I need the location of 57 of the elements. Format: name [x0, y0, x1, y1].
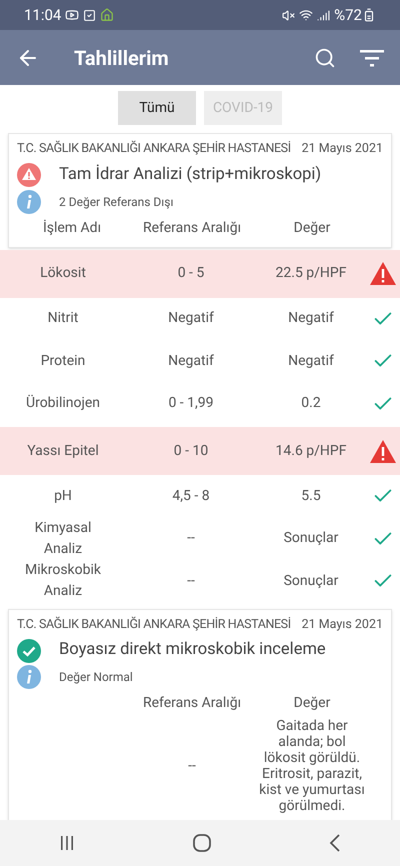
test-name: Nitrit — [48, 310, 78, 326]
reference-range: 4,5 - 8 — [172, 488, 210, 504]
test-name: Ürobilinojen — [26, 395, 100, 412]
page-title: Tahlillerim — [74, 44, 169, 72]
test-title: Tam İdrar Analizi (strip+mikroskopi) — [59, 164, 322, 186]
home-button[interactable] — [193, 834, 211, 852]
test-name: Yassı Epitel — [27, 442, 99, 458]
recents-button[interactable] — [59, 835, 75, 851]
back-nav-button[interactable] — [329, 834, 341, 852]
column-header: Değer — [294, 220, 330, 236]
test-name: pH — [54, 488, 72, 504]
test-title: Boyasız direkt mikroskobik inceleme — [59, 639, 326, 662]
reference-range: 0 - 5 — [178, 265, 204, 281]
result-value: Gaitada her alanda; bol lökosit görüldü. Eritrosit, parazit, kist ve yumurtası görülmedi. — [259, 718, 365, 814]
checkbox-icon — [83, 8, 96, 22]
result-value: Sonuçlar — [284, 572, 338, 589]
column-header: İşlem Adı — [42, 220, 102, 236]
reference-range: -- — [187, 530, 195, 546]
info-icon — [17, 190, 41, 214]
reference-range: 0 - 1,99 — [168, 395, 214, 412]
info-icon — [17, 665, 41, 689]
wifi-icon — [299, 8, 314, 22]
battery-icon — [362, 8, 376, 22]
filter-tab[interactable]: Tümü — [118, 91, 196, 125]
column-header: Referans Aralığı — [142, 695, 242, 711]
filter-button[interactable] — [360, 48, 384, 68]
result-summary: Değer Normal — [59, 669, 133, 686]
result-value: Negatif — [288, 352, 334, 369]
test-name: Mikroskobik Analiz — [25, 562, 101, 600]
result-value: 22.5 p/HPF — [276, 265, 346, 281]
reference-range: -- — [187, 572, 195, 589]
reference-range: 0 - 10 — [174, 442, 208, 458]
result-value: 14.6 p/HPF — [276, 442, 346, 458]
search-button[interactable] — [314, 46, 336, 68]
result-value: 0.2 — [301, 395, 321, 412]
hospital-name: T.C. SAĞLIK BAKANLIĞI ANKARA ŞEHİR HASTANESİ — [17, 616, 291, 634]
reference-range: Negatif — [168, 310, 214, 326]
column-header: Referans Aralığı — [142, 220, 242, 236]
result-value: 5.5 — [301, 488, 321, 504]
home-icon — [100, 8, 114, 22]
reference-range: -- — [188, 758, 196, 774]
signal-icon — [317, 8, 330, 22]
result-value: Sonuçlar — [284, 530, 338, 546]
video-icon — [65, 8, 80, 22]
test-name: Lökosit — [40, 265, 86, 281]
result-date: 21 Mayıs 2021 — [302, 140, 383, 158]
mute-icon — [282, 8, 296, 22]
column-header: Değer — [294, 695, 330, 711]
result-date: 21 Mayıs 2021 — [302, 616, 383, 634]
result-summary: 2 Değer Referans Dışı — [59, 194, 174, 210]
clock: 11:04 — [24, 4, 62, 26]
battery-level: %72 — [334, 4, 362, 26]
test-name: Protein — [40, 352, 86, 369]
hospital-name: T.C. SAĞLIK BAKANLIĞI ANKARA ŞEHİR HASTANESİ — [17, 140, 291, 158]
test-name: Kimyasal Analiz — [34, 520, 92, 557]
reference-range: Negatif — [168, 352, 214, 369]
result-value: Negatif — [288, 310, 334, 326]
